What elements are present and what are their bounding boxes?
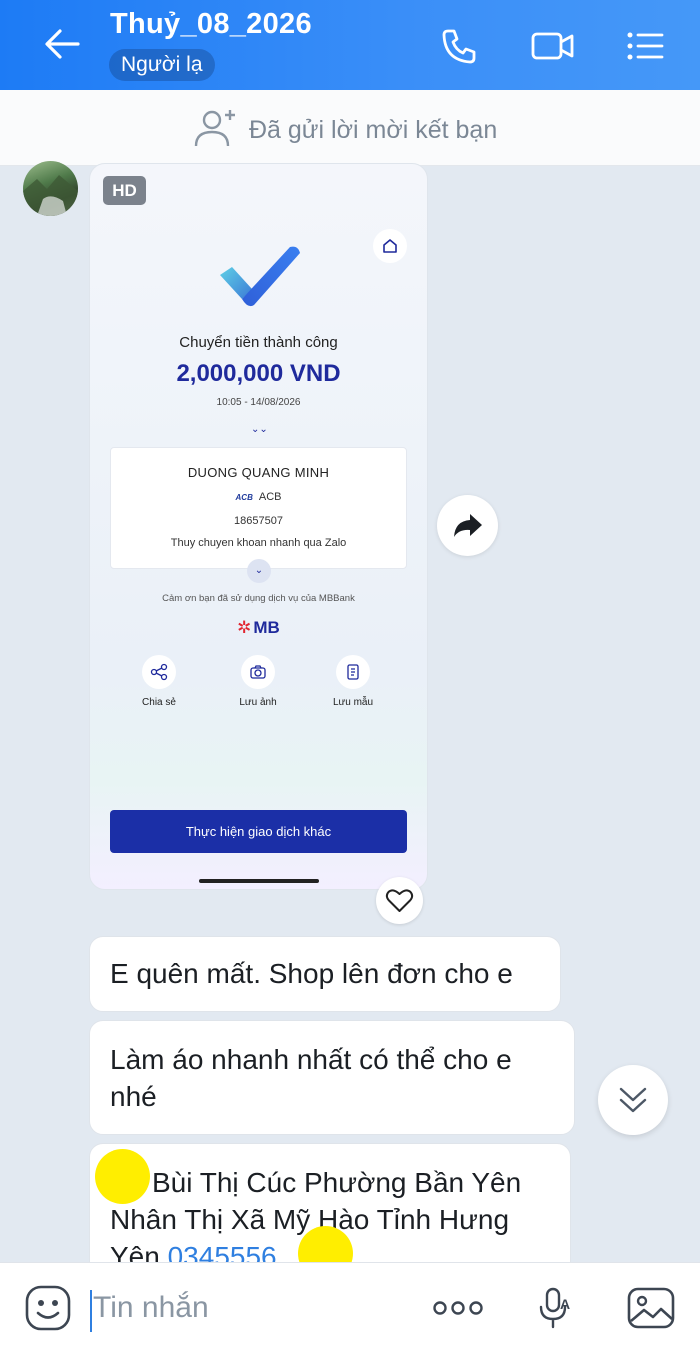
voice-message-button[interactable]: A <box>530 1283 580 1333</box>
stranger-badge: Người lạ <box>109 49 215 81</box>
checkmark-icon <box>220 246 300 307</box>
list-menu-icon <box>627 32 664 60</box>
contact-name[interactable]: Thuỷ_08_2026 <box>110 8 312 41</box>
hd-badge: HD <box>103 176 146 205</box>
bank-name: ACB <box>258 491 282 503</box>
image-message[interactable]: HD Chuyển tiền thành công 2,000,000 VND … <box>89 163 428 890</box>
mbbank-logo: ✲ MB <box>237 618 280 637</box>
sticker-button[interactable] <box>23 1283 73 1333</box>
recipient-box: DUONG QUANG MINH ACB ACB 18657507 Thuy ch… <box>110 447 407 569</box>
receipt-action-save-image: Lưu ảnh <box>228 655 288 708</box>
expand-chevron-icon: ⌄ <box>247 559 271 583</box>
receipt-action-save-template: Lưu mẫu <box>323 655 383 708</box>
add-friend-icon <box>194 110 235 147</box>
account-number: 18657507 <box>234 515 283 527</box>
template-icon <box>347 664 359 680</box>
chat-header: Thuỷ_08_2026 Người lạ <box>0 0 700 90</box>
video-call-button[interactable] <box>530 26 576 66</box>
sender-avatar[interactable] <box>23 161 78 216</box>
redaction-dot <box>95 1149 150 1204</box>
back-button[interactable] <box>40 24 84 64</box>
bank-logo-icon: ACB <box>235 493 253 502</box>
call-button[interactable] <box>439 26 479 66</box>
menu-button[interactable] <box>624 26 664 66</box>
react-button[interactable] <box>376 877 423 924</box>
home-icon <box>383 239 397 253</box>
photo-button[interactable] <box>626 1283 676 1333</box>
microphone-icon: A <box>539 1287 570 1329</box>
heart-icon <box>385 889 414 912</box>
message-text: E quên mất. Shop lên đơn cho e <box>110 958 513 989</box>
transfer-status: Chuyển tiền thành công <box>179 334 338 351</box>
share-icon <box>150 663 168 681</box>
recipient-bank: ACB ACB <box>111 491 406 503</box>
transfer-description: Thuy chuyen khoan nhanh qua Zalo <box>170 537 347 549</box>
video-camera-icon <box>531 32 574 60</box>
message-input-bar: Tin nhắn A <box>0 1262 700 1349</box>
message-bubble[interactable]: E quên mất. Shop lên đơn cho e <box>89 936 561 1012</box>
thanks-text: Cảm ơn bạn đã sử dụng dịch vụ của MBBank <box>162 593 355 604</box>
double-chevron-down-icon <box>619 1087 647 1113</box>
emoji-icon <box>25 1285 71 1331</box>
home-indicator <box>199 879 319 883</box>
more-dots-icon <box>433 1301 483 1315</box>
scroll-to-bottom-button[interactable] <box>598 1065 668 1135</box>
arrow-left-icon <box>45 29 80 59</box>
camera-icon <box>250 665 266 679</box>
receipt-action-share: Chia sẻ <box>129 655 189 708</box>
recipient-name: DUONG QUANG MINH <box>187 465 330 480</box>
friend-request-bar: Đã gửi lời mời kết bạn <box>0 90 700 166</box>
forward-button[interactable] <box>437 495 498 556</box>
svg-text:A: A <box>560 1296 570 1312</box>
more-options-button[interactable] <box>432 1283 484 1333</box>
friend-request-text: Đã gửi lời mời kết bạn <box>249 116 498 144</box>
text-caret <box>90 1290 92 1332</box>
transfer-time: 10:05 - 14/08/2026 <box>216 397 301 408</box>
chevron-down-icon: ⌄⌄ <box>251 424 268 435</box>
new-transaction-button: Thực hiện giao dịch khác <box>110 810 407 853</box>
image-icon <box>627 1287 675 1329</box>
transfer-amount: 2,000,000 VND <box>176 360 341 387</box>
receipt-home-button <box>373 229 407 263</box>
forward-arrow-icon <box>454 514 482 537</box>
message-input[interactable]: Tin nhắn <box>93 1291 209 1325</box>
mb-star-icon: ✲ <box>237 618 252 637</box>
message-bubble[interactable]: Làm áo nhanh nhất có thể cho e nhé <box>89 1020 575 1135</box>
phone-icon <box>442 29 476 64</box>
message-text: Làm áo nhanh nhất có thể cho e nhé <box>110 1044 512 1112</box>
